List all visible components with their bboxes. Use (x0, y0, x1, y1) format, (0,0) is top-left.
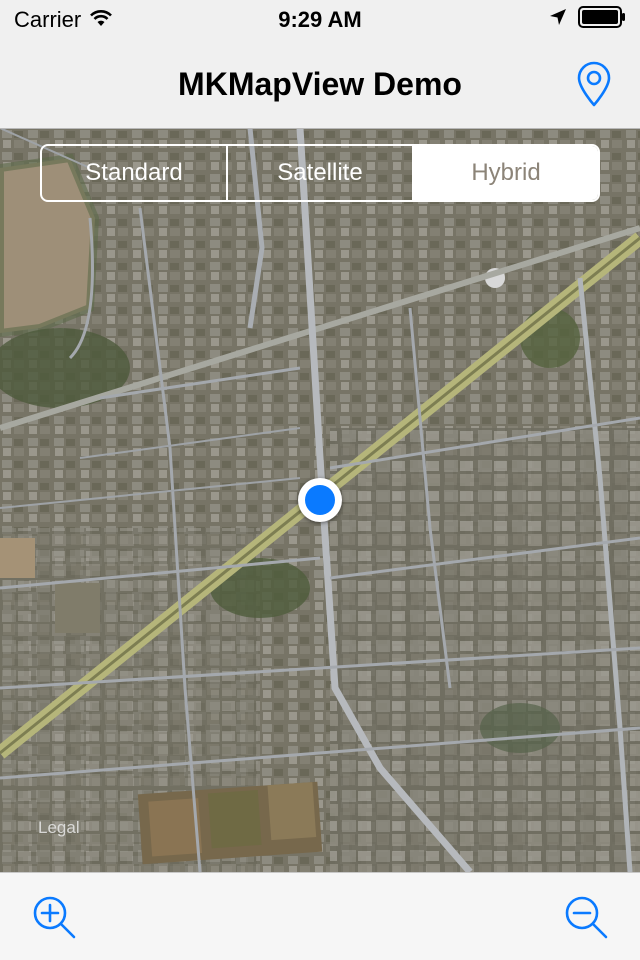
user-location-dot-inner (305, 485, 335, 515)
map-view[interactable]: Standard Satellite Hybrid Legal (0, 128, 640, 872)
carrier-label: Carrier (14, 7, 82, 32)
show-location-button[interactable] (574, 60, 614, 108)
zoom-out-icon (565, 896, 608, 939)
status-bar: Carrier 9:29 AM (0, 0, 640, 40)
location-pin-icon (577, 61, 611, 107)
user-location-dot[interactable] (298, 478, 342, 522)
map-type-standard[interactable]: Standard (42, 146, 226, 200)
map-type-segmented-control[interactable]: Standard Satellite Hybrid (40, 144, 600, 202)
map-type-satellite[interactable]: Satellite (226, 146, 412, 200)
map-type-hybrid[interactable]: Hybrid (412, 146, 598, 200)
status-right (548, 6, 626, 34)
location-arrow-icon (548, 7, 568, 33)
legal-link[interactable]: Legal (38, 818, 80, 838)
status-left: Carrier (14, 7, 113, 33)
page-title: MKMapView Demo (178, 65, 462, 102)
bottom-toolbar (0, 872, 640, 960)
zoom-in-icon (33, 896, 76, 939)
battery-icon (578, 6, 626, 34)
zoom-in-button[interactable] (30, 893, 78, 941)
navigation-bar: MKMapView Demo (0, 40, 640, 129)
zoom-out-button[interactable] (562, 893, 610, 941)
wifi-icon (89, 7, 113, 33)
